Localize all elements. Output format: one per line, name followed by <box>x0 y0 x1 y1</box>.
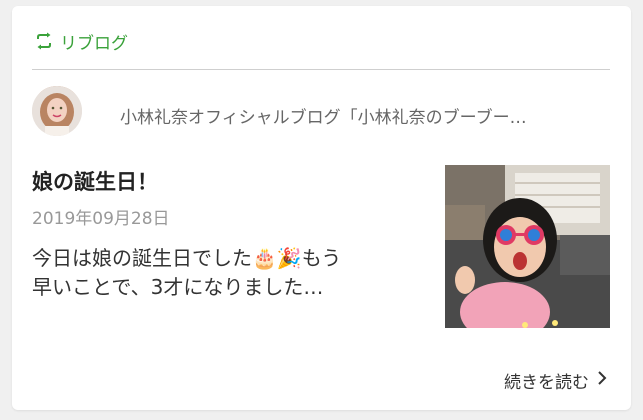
reblog-card: リブログ 小林礼奈オフィシャルブログ「小林礼奈のブーブー… 娘の誕生日！ 201… <box>12 6 631 410</box>
post-date: 2019年09月28日 <box>32 209 170 229</box>
post-excerpt-line: 早いことで、3才になりました… <box>32 275 324 299</box>
avatar[interactable] <box>32 86 82 136</box>
post-title[interactable]: 娘の誕生日！ <box>32 166 158 196</box>
post-excerpt: 今日は娘の誕生日でした🎂🎉もう 早いことで、3才になりました… <box>32 244 422 302</box>
read-more-label: 続きを読む <box>504 373 589 393</box>
reblog-button[interactable]: リブログ <box>34 26 128 56</box>
reblog-label: リブログ <box>60 33 128 54</box>
post-excerpt-line: 今日は娘の誕生日でした🎂🎉もう <box>32 246 342 270</box>
blog-title[interactable]: 小林礼奈オフィシャルブログ「小林礼奈のブーブー… <box>120 103 600 128</box>
reblog-icon <box>34 32 54 50</box>
read-more-link[interactable]: 続きを読む <box>504 368 607 393</box>
post-thumbnail[interactable] <box>445 165 610 328</box>
divider <box>32 69 610 70</box>
chevron-right-icon <box>597 370 607 391</box>
